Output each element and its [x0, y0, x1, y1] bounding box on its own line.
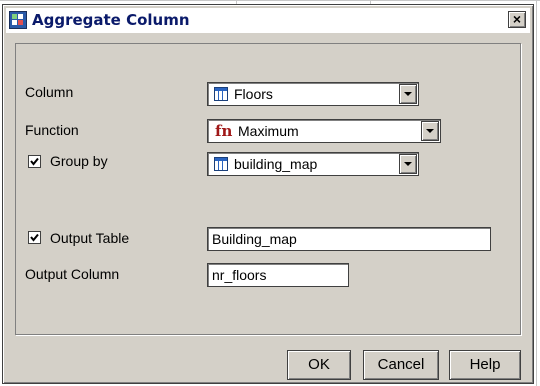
title-bar: Aggregate Column ×	[6, 8, 530, 33]
group-by-dropdown[interactable]: building_map	[207, 152, 419, 176]
output-table-checkbox[interactable]	[28, 231, 41, 244]
output-column-input[interactable]: nr_floors	[207, 263, 349, 287]
function-label: Function	[25, 122, 79, 138]
cancel-button[interactable]: Cancel	[363, 350, 439, 380]
background-line	[0, 0, 540, 1]
app-icon	[9, 11, 27, 29]
output-table-label: Output Table	[50, 230, 130, 246]
output-column-value: nr_floors	[212, 267, 267, 283]
chevron-down-icon[interactable]	[399, 154, 417, 174]
output-column-label: Output Column	[25, 266, 120, 282]
checkmark-icon	[30, 233, 39, 242]
output-table-value: Building_map	[212, 231, 297, 247]
help-button[interactable]: Help	[449, 350, 521, 380]
column-dropdown[interactable]: Floors	[207, 82, 419, 106]
chevron-down-icon[interactable]	[399, 84, 417, 104]
table-icon	[214, 87, 228, 101]
group-by-checkbox[interactable]	[28, 155, 41, 168]
close-button[interactable]: ×	[508, 11, 526, 28]
ok-button[interactable]: OK	[287, 350, 351, 380]
table-icon	[214, 157, 228, 171]
chevron-down-icon[interactable]	[421, 121, 439, 141]
function-dropdown[interactable]: fn Maximum	[207, 119, 441, 143]
group-by-label: Group by	[50, 153, 108, 169]
function-icon: fn	[215, 122, 233, 140]
column-label: Column	[25, 84, 74, 100]
background-line	[536, 0, 537, 386]
output-table-input[interactable]: Building_map	[207, 227, 491, 251]
aggregate-column-dialog: Aggregate Column × Column Floors Functio…	[2, 4, 534, 384]
group-by-dropdown-value: building_map	[234, 156, 318, 172]
column-dropdown-value: Floors	[234, 86, 273, 102]
dialog-title: Aggregate Column	[32, 11, 190, 29]
function-dropdown-value: Maximum	[238, 123, 299, 139]
checkmark-icon	[30, 157, 39, 166]
